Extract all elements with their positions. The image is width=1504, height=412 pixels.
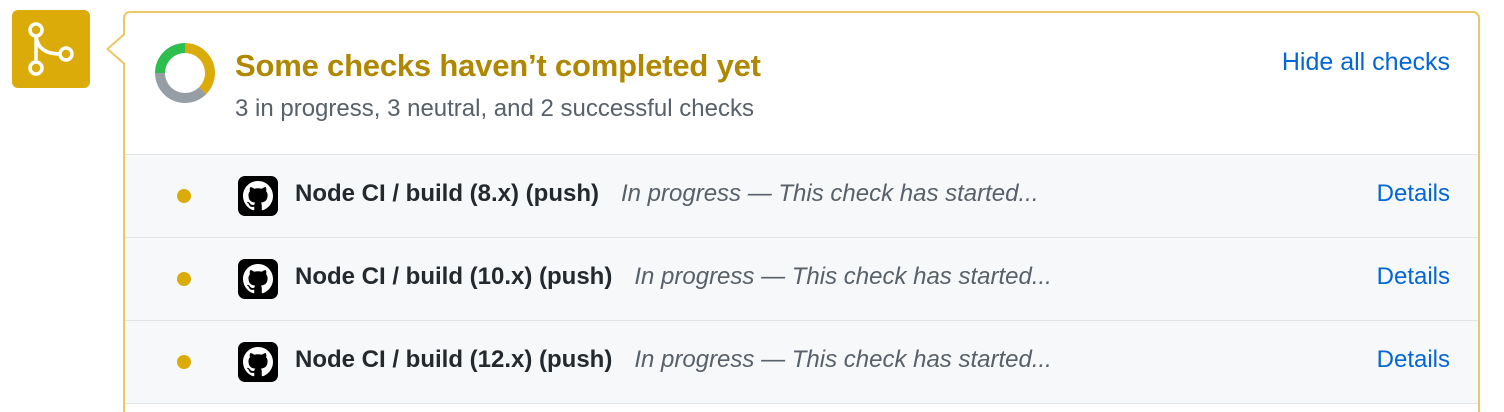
github-app-avatar[interactable] — [238, 259, 278, 299]
checks-summary: Some checks haven’t completed yet 3 in p… — [125, 13, 1478, 155]
check-description: In progress — This check has started... — [634, 346, 1052, 373]
details-link[interactable]: Details — [1377, 180, 1450, 208]
donut-segment-successful — [155, 43, 185, 73]
check-name: Node CI / build (12.x) (push) In progress… — [295, 346, 1052, 374]
check-name: Node CI / build (8.x) (push) In progress … — [295, 180, 1039, 208]
details-link[interactable]: Details — [1377, 263, 1450, 291]
checks-section: Some checks haven’t completed yet 3 in p… — [0, 0, 1504, 412]
check-row: Node CI / build (12.x) (push) In progress… — [125, 321, 1478, 404]
check-title: Node CI / build (8.x) (push) — [295, 180, 599, 207]
check-description: In progress — This check has started... — [620, 180, 1039, 207]
summary-title: Some checks haven’t completed yet — [235, 48, 761, 83]
timeline-caret-fill — [109, 35, 125, 63]
donut-segment-in-progress — [185, 43, 215, 95]
summary-subtitle: 3 in progress, 3 neutral, and 2 successf… — [235, 95, 754, 122]
pending-status-icon — [177, 355, 191, 369]
github-app-avatar[interactable] — [238, 176, 278, 216]
check-description: In progress — This check has started... — [634, 263, 1052, 290]
github-icon — [243, 347, 273, 377]
merge-status-badge — [12, 10, 90, 88]
git-merge-icon — [28, 22, 74, 76]
status-donut-chart — [155, 43, 215, 103]
check-name: Node CI / build (10.x) (push) In progress… — [295, 263, 1052, 291]
donut-segment-neutral — [155, 73, 207, 103]
github-app-avatar[interactable] — [238, 342, 278, 382]
github-icon — [243, 181, 273, 211]
pending-status-icon — [177, 189, 191, 203]
hide-all-checks-link[interactable]: Hide all checks — [1282, 48, 1450, 77]
check-row: Node CI / build (10.x) (push) In progress… — [125, 238, 1478, 321]
check-title: Node CI / build (12.x) (push) — [295, 346, 613, 373]
check-row: Node CI / build (8.x) (push) In progress … — [125, 155, 1478, 238]
check-title: Node CI / build (10.x) (push) — [295, 263, 613, 290]
pending-status-icon — [177, 272, 191, 286]
checks-panel: Some checks haven’t completed yet 3 in p… — [123, 11, 1480, 412]
github-icon — [243, 264, 273, 294]
details-link[interactable]: Details — [1377, 346, 1450, 374]
